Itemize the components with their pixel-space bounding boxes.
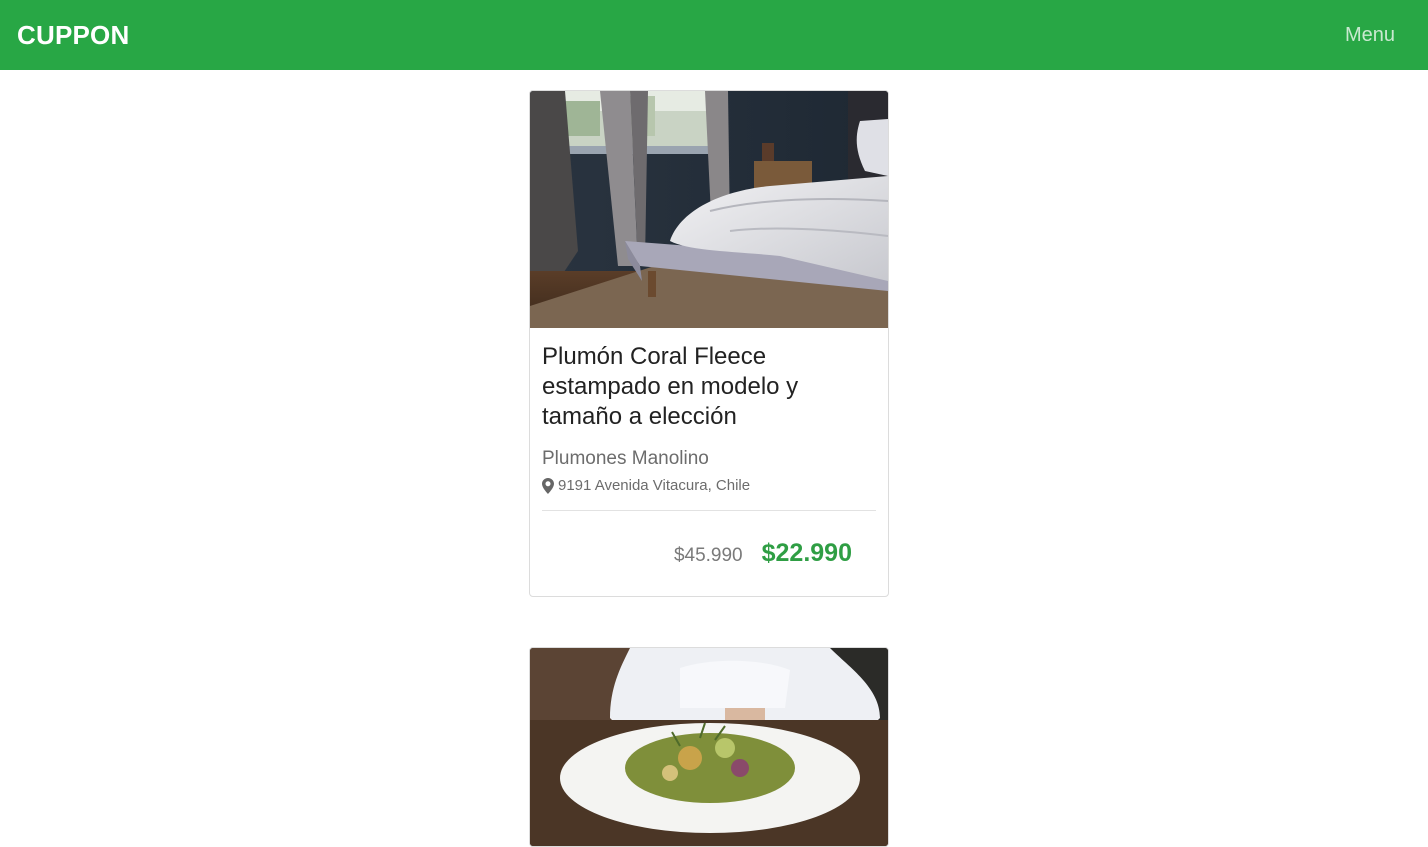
card-body: Plumón Coral Fleece estampado en modelo … <box>530 328 888 568</box>
deal-card[interactable] <box>529 647 889 847</box>
merchant-name: Plumones Manolino <box>542 448 709 469</box>
deal-image-bedroom[interactable] <box>530 91 888 328</box>
menu-button[interactable]: Menu <box>1345 24 1395 47</box>
original-price: $45.990 <box>673 545 743 566</box>
navbar: CUPPON Menu <box>0 0 1428 70</box>
brand-logo[interactable]: CUPPON <box>17 20 129 51</box>
deal-card[interactable]: Plumón Coral Fleece estampado en modelo … <box>529 90 889 597</box>
location-text: 9191 Avenida Vitacura, Chile <box>558 477 751 494</box>
deal-image-salad[interactable] <box>530 648 888 847</box>
deal-title[interactable]: Plumón Coral Fleece estampado en modelo … <box>542 342 876 432</box>
price-row: $45.990 $22.990 <box>542 511 876 568</box>
deal-location: 9191 Avenida Vitacura, Chile <box>542 477 876 494</box>
deal-price: $22.990 <box>761 539 852 567</box>
map-pin-icon <box>542 477 554 494</box>
